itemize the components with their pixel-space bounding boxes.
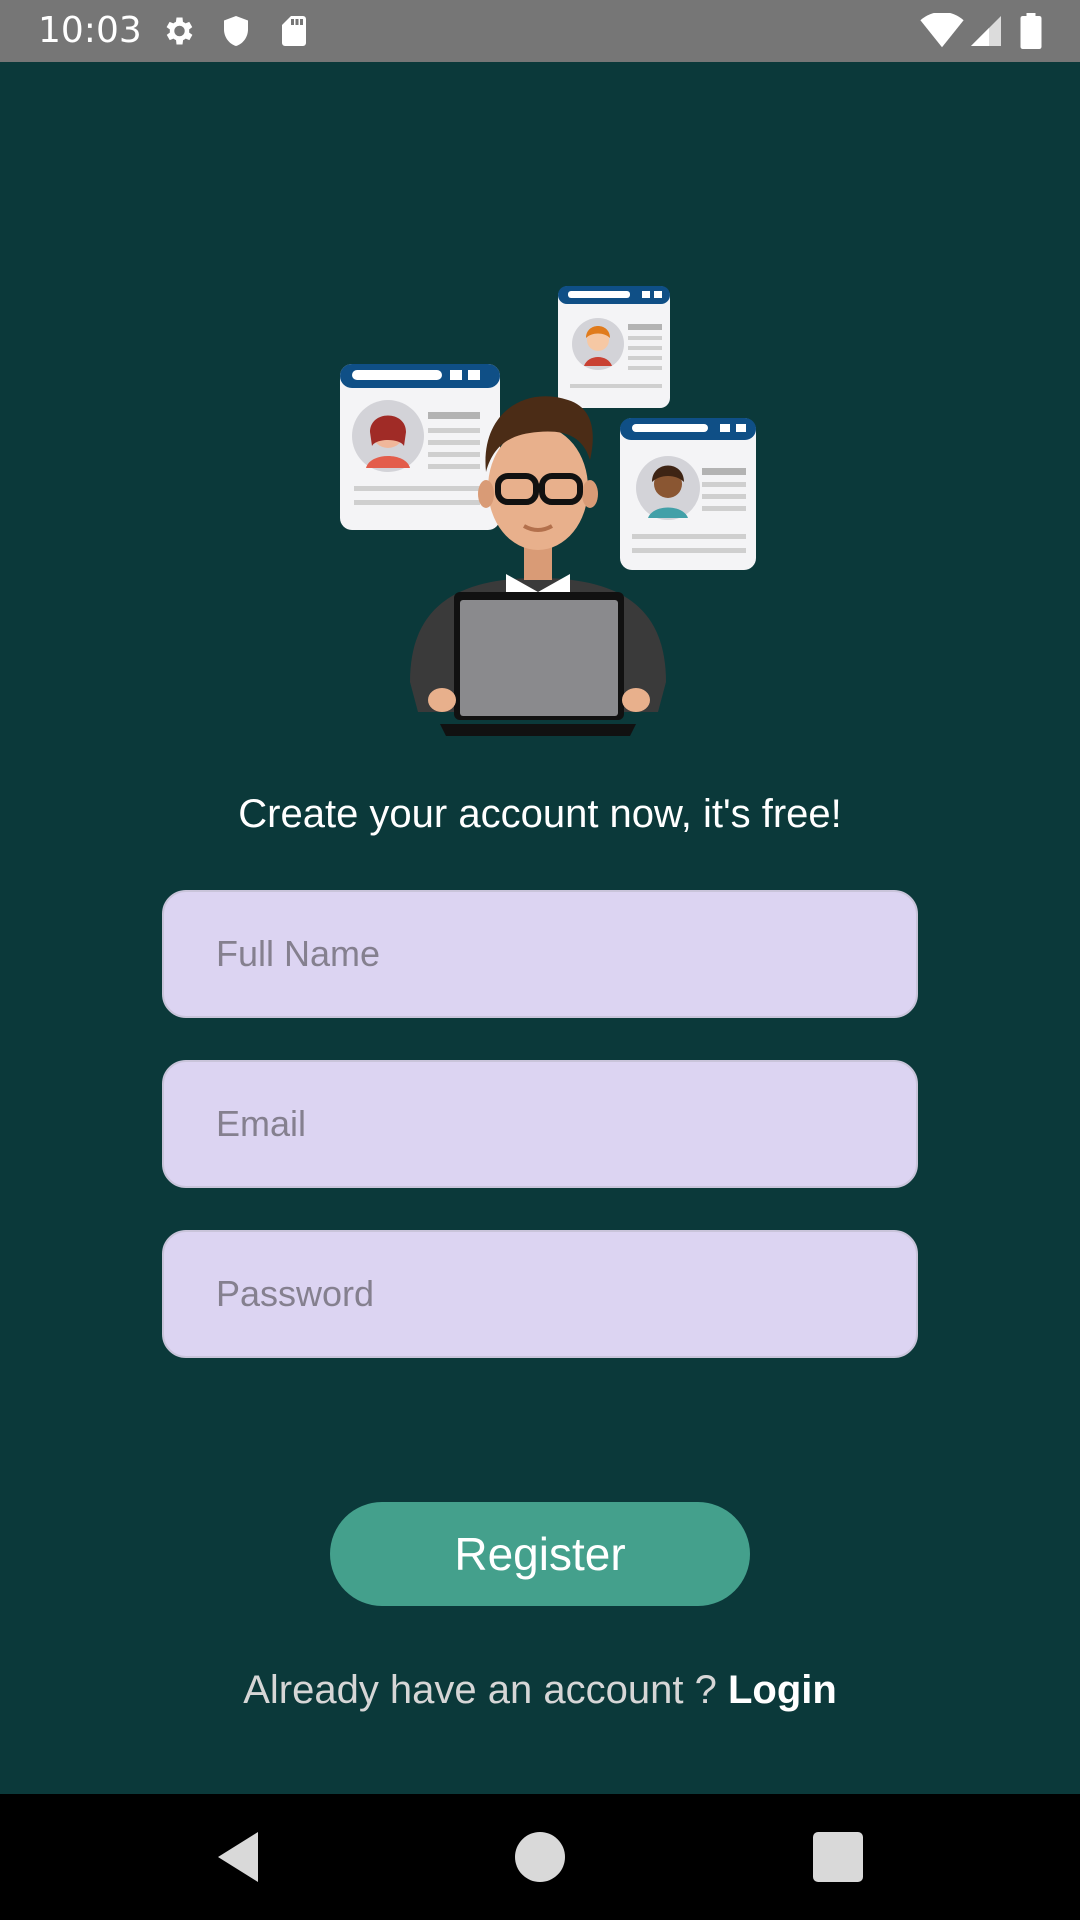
login-prompt-text: Already have an account ?: [243, 1668, 728, 1712]
status-bar: 10:03: [0, 0, 1080, 62]
profile-card-right-icon: [620, 418, 756, 570]
register-button[interactable]: Register: [330, 1502, 750, 1606]
password-input[interactable]: [164, 1232, 916, 1356]
login-link[interactable]: Login: [728, 1668, 837, 1712]
shield-icon: [224, 16, 248, 46]
illustration-icon: [340, 286, 756, 736]
password-field[interactable]: [162, 1230, 918, 1358]
laptop-icon: [428, 592, 650, 736]
full-name-field[interactable]: [162, 890, 918, 1018]
gear-icon: [166, 17, 193, 45]
recents-icon[interactable]: [808, 1827, 868, 1887]
login-prompt: Already have an account ? Login: [0, 1666, 1080, 1714]
wifi-icon: [920, 13, 964, 48]
email-input[interactable]: [164, 1062, 916, 1186]
page-title: Create your account now, it's free!: [238, 792, 842, 836]
back-icon[interactable]: [208, 1827, 268, 1887]
register-screen: Create your account now, it's free! Regi…: [0, 62, 1080, 1794]
navigation-bar: [0, 1794, 1080, 1920]
email-field[interactable]: [162, 1060, 918, 1188]
sd-card-icon: [282, 16, 306, 46]
full-name-input[interactable]: [164, 892, 916, 1016]
profile-card-left-icon: [340, 364, 500, 530]
battery-icon: [1020, 13, 1042, 49]
status-time: 10:03: [38, 10, 142, 51]
home-icon[interactable]: [510, 1827, 570, 1887]
profile-card-top-icon: [558, 286, 670, 408]
signal-icon: [971, 16, 1001, 46]
